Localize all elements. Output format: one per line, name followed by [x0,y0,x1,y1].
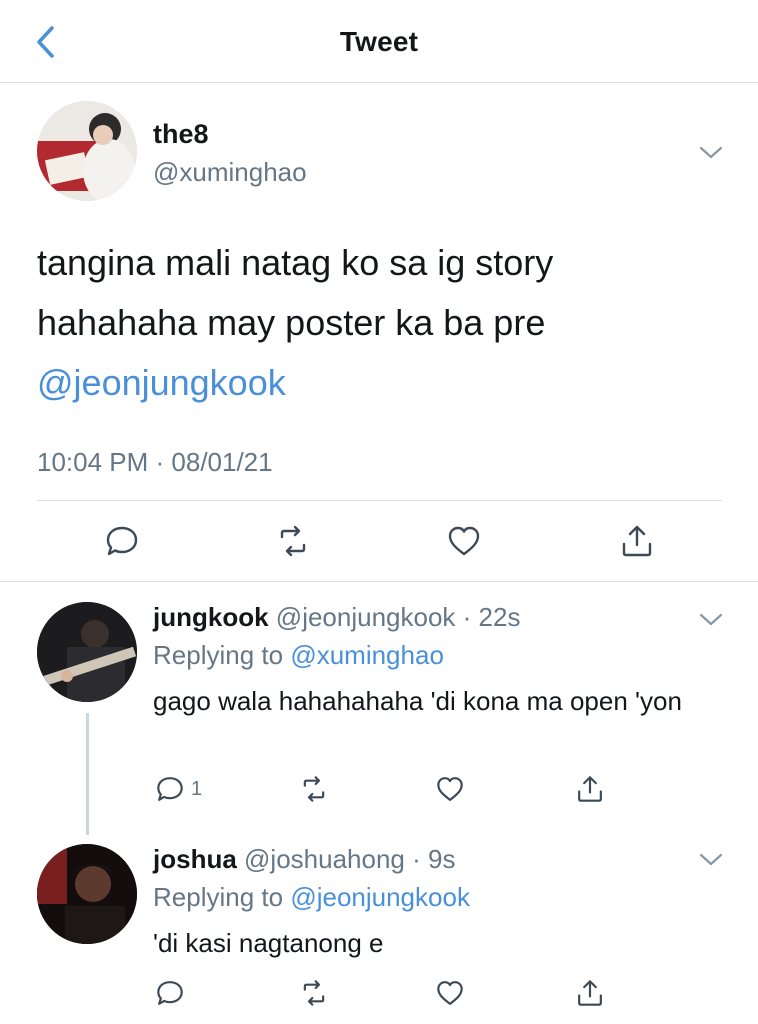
reply-author-name[interactable]: joshua [153,844,237,874]
comment-icon [106,526,138,556]
tweet-timestamp: 10:04 PM · 08/01/21 [37,447,273,477]
chevron-down-icon [699,146,723,159]
retweet-icon [280,525,306,557]
reply-meta: @jeonjungkook · 22s [275,602,521,632]
author-handle[interactable]: @xuminghao [153,157,307,188]
avatar[interactable] [37,101,137,201]
reply-author: joshua @joshuahong · 9s [153,844,455,875]
like-button[interactable] [446,523,482,559]
avatar-photo [37,844,137,944]
reply-button[interactable] [155,774,185,804]
more-options-button[interactable] [696,850,726,870]
tweet-text-line: tangina mali natag ko sa ig story [37,242,554,283]
retweet-icon [303,980,325,1006]
replying-to-link[interactable]: @jeonjungkook [290,882,470,912]
reply-author-name[interactable]: jungkook [153,602,269,632]
replying-to: Replying to @jeonjungkook [153,882,470,913]
share-icon [622,525,652,557]
share-button[interactable] [575,978,605,1008]
reply-button[interactable] [155,978,185,1008]
avatar[interactable] [37,602,137,702]
chevron-down-icon [699,853,723,866]
more-options-button[interactable] [696,610,726,630]
share-icon [578,980,602,1006]
share-button[interactable] [575,774,605,804]
more-options-button[interactable] [696,143,726,163]
like-button[interactable] [435,774,465,804]
replying-to-link[interactable]: @xuminghao [290,640,444,670]
reply-tweet: jungkook @jeonjungkook · 22s Replying to… [0,582,758,836]
page-title: Tweet [339,26,419,57]
reply-tweet: joshua @joshuahong · 9s Replying to @jeo… [0,836,758,1024]
tweet-text-line: hahahaha may poster ka ba pre [37,302,546,343]
avatar[interactable] [37,844,137,944]
share-icon [578,776,602,802]
reply-count: 1 [191,778,203,800]
reply-text: 'di kasi nagtanong e [153,928,384,958]
divider [37,500,722,501]
retweet-button[interactable] [275,523,311,559]
retweet-button[interactable] [299,774,329,804]
chevron-down-icon [699,613,723,626]
reply-author: jungkook @jeonjungkook · 22s [153,602,520,633]
heart-icon [437,777,463,801]
mention-link[interactable]: @jeonjungkook [37,353,727,413]
reply-meta: @joshuahong · 9s [244,844,456,874]
comment-icon [157,777,183,801]
share-button[interactable] [619,523,655,559]
replying-to-label: Replying to [153,640,284,670]
replying-to-label: Replying to [153,882,284,912]
like-button[interactable] [435,978,465,1008]
main-tweet: the8 @xuminghao tangina mali natag ko sa… [0,83,758,582]
retweet-button[interactable] [299,978,329,1008]
retweet-icon [303,776,325,802]
tweet-text: tangina mali natag ko sa ig story hahaha… [37,233,727,413]
heart-icon [437,981,463,1005]
heart-icon [448,526,480,556]
reply-text: gago wala hahahahaha 'di kona ma open 'y… [153,686,682,716]
author-name[interactable]: the8 [153,119,209,150]
top-bar: Tweet [0,0,758,83]
avatar-photo [37,101,137,201]
replying-to: Replying to @xuminghao [153,640,444,671]
reply-button[interactable] [104,523,140,559]
avatar-photo [37,602,137,702]
comment-icon [157,981,183,1005]
